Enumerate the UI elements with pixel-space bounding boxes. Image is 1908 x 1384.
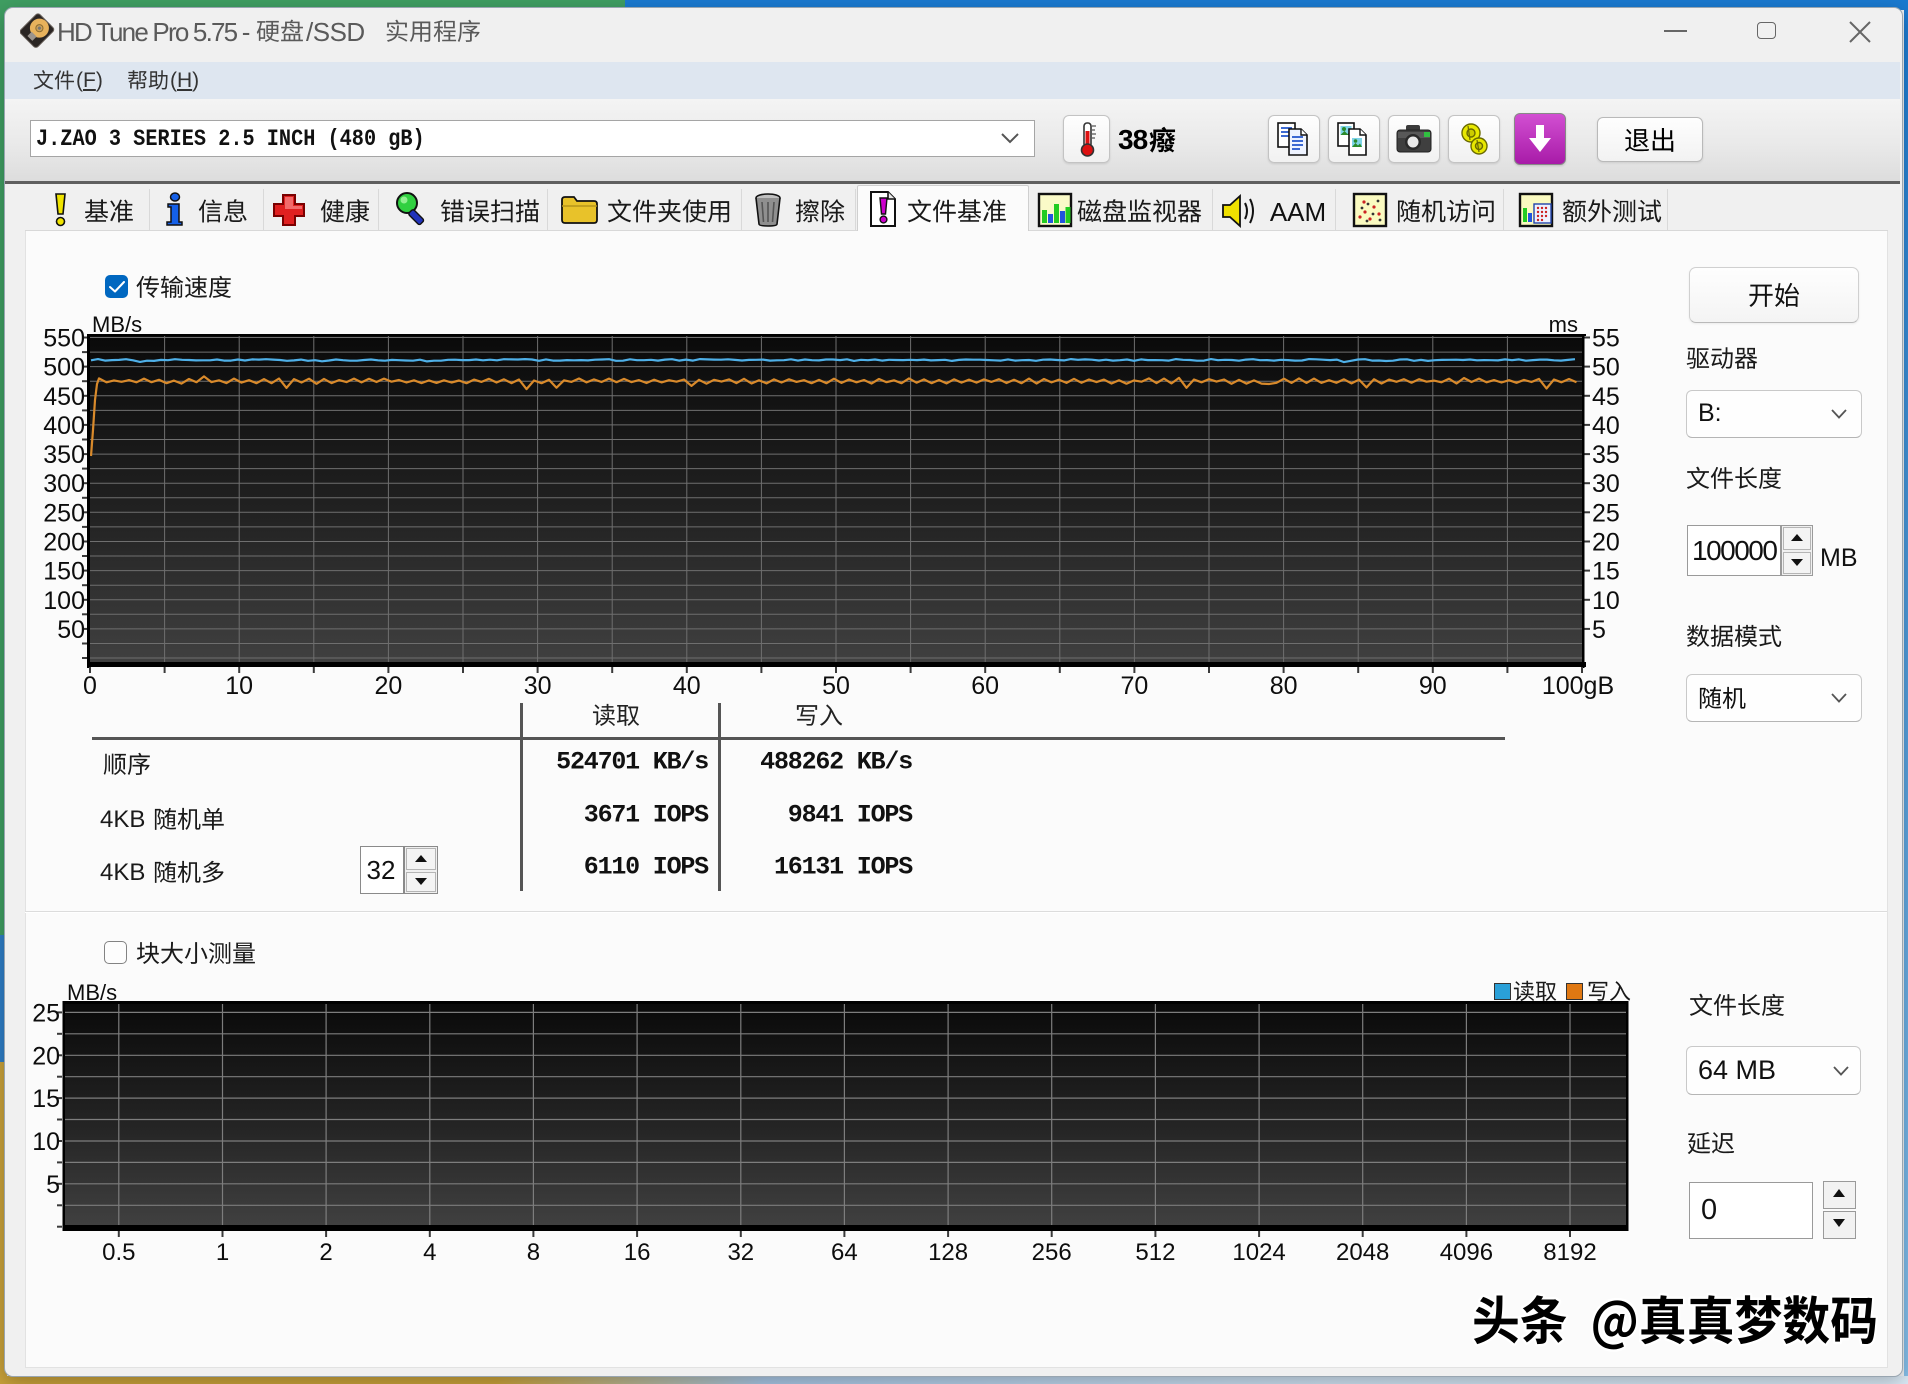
svg-text:10: 10 bbox=[1592, 587, 1620, 615]
svg-text:40: 40 bbox=[673, 672, 701, 700]
svg-text:550: 550 bbox=[43, 325, 85, 353]
svg-text:256: 256 bbox=[1032, 1239, 1072, 1266]
svg-text:20: 20 bbox=[1592, 529, 1620, 557]
svg-text:8192: 8192 bbox=[1543, 1239, 1596, 1266]
svg-text:MB/s: MB/s bbox=[67, 980, 117, 1005]
svg-text:15: 15 bbox=[1592, 558, 1620, 586]
svg-text:2: 2 bbox=[319, 1239, 332, 1266]
svg-text:32: 32 bbox=[727, 1239, 754, 1266]
svg-text:ms: ms bbox=[1549, 312, 1578, 337]
svg-text:512: 512 bbox=[1135, 1239, 1175, 1266]
svg-text:50: 50 bbox=[1592, 354, 1620, 382]
svg-text:500: 500 bbox=[43, 354, 85, 382]
svg-text:30: 30 bbox=[524, 672, 552, 700]
svg-text:60: 60 bbox=[971, 672, 999, 700]
svg-text:20: 20 bbox=[32, 1042, 60, 1070]
svg-text:128: 128 bbox=[928, 1239, 968, 1266]
svg-text:4: 4 bbox=[423, 1239, 436, 1266]
svg-text:10: 10 bbox=[32, 1128, 60, 1156]
svg-text:300: 300 bbox=[43, 470, 85, 498]
svg-text:35: 35 bbox=[1592, 441, 1620, 469]
svg-text:90: 90 bbox=[1419, 672, 1447, 700]
svg-text:150: 150 bbox=[43, 558, 85, 586]
svg-text:4096: 4096 bbox=[1440, 1239, 1493, 1266]
svg-text:45: 45 bbox=[1592, 383, 1620, 411]
svg-text:20: 20 bbox=[374, 672, 402, 700]
svg-text:70: 70 bbox=[1120, 672, 1148, 700]
svg-text:MB/s: MB/s bbox=[92, 312, 142, 337]
svg-text:2048: 2048 bbox=[1336, 1239, 1389, 1266]
svg-text:55: 55 bbox=[1592, 325, 1620, 353]
svg-text:100: 100 bbox=[43, 587, 85, 615]
svg-text:1: 1 bbox=[216, 1239, 229, 1266]
svg-text:40: 40 bbox=[1592, 412, 1620, 440]
svg-text:10: 10 bbox=[225, 672, 253, 700]
svg-text:400: 400 bbox=[43, 412, 85, 440]
svg-text:0.5: 0.5 bbox=[102, 1239, 135, 1266]
svg-text:5: 5 bbox=[46, 1171, 60, 1199]
svg-text:50: 50 bbox=[822, 672, 850, 700]
svg-text:0: 0 bbox=[83, 672, 97, 700]
svg-text:350: 350 bbox=[43, 441, 85, 469]
svg-text:50: 50 bbox=[57, 616, 85, 644]
svg-text:80: 80 bbox=[1270, 672, 1298, 700]
svg-text:5: 5 bbox=[1592, 616, 1606, 644]
svg-text:25: 25 bbox=[1592, 499, 1620, 527]
svg-text:8: 8 bbox=[527, 1239, 540, 1266]
svg-text:16: 16 bbox=[624, 1239, 651, 1266]
svg-text:1024: 1024 bbox=[1232, 1239, 1285, 1266]
svg-text:15: 15 bbox=[32, 1085, 60, 1113]
svg-text:450: 450 bbox=[43, 383, 85, 411]
svg-text:30: 30 bbox=[1592, 470, 1620, 498]
svg-text:64: 64 bbox=[831, 1239, 858, 1266]
svg-text:100gB: 100gB bbox=[1542, 672, 1614, 700]
svg-text:200: 200 bbox=[43, 529, 85, 557]
svg-text:250: 250 bbox=[43, 499, 85, 527]
svg-text:25: 25 bbox=[32, 999, 60, 1027]
